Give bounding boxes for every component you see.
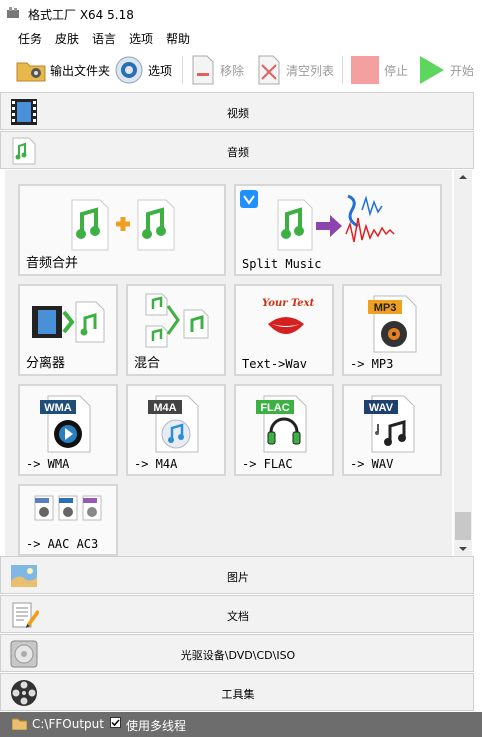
wma-file-icon: WMA bbox=[40, 395, 91, 453]
mp3-file-icon: MP3 bbox=[368, 295, 417, 353]
tile-demuxer-label: 分离器 bbox=[26, 356, 66, 371]
output-path[interactable]: C:\FFOutput bbox=[32, 717, 104, 731]
wav-file-icon: WAV bbox=[364, 395, 415, 453]
multithread-checkbox[interactable] bbox=[110, 717, 121, 728]
menu-help[interactable]: 帮助 bbox=[166, 30, 190, 47]
category-tools-label: 工具集 bbox=[221, 688, 255, 701]
start-button[interactable]: 开始 bbox=[418, 54, 474, 86]
checkmark-icon bbox=[111, 719, 120, 727]
output-folder-icon[interactable] bbox=[12, 717, 27, 730]
tile-text-to-wav[interactable]: Your Text Text->Wav bbox=[234, 284, 334, 376]
menu-language[interactable]: 语言 bbox=[92, 30, 116, 47]
clear-list-button[interactable]: 清空列表 bbox=[256, 54, 334, 86]
scroll-thumb[interactable] bbox=[455, 512, 471, 540]
remove-button[interactable]: 移除 bbox=[190, 54, 244, 86]
mix-icon bbox=[145, 293, 209, 348]
play-icon bbox=[420, 56, 444, 84]
folder-icon bbox=[16, 62, 46, 82]
window-title: 格式工厂 X64 5.18 bbox=[28, 8, 134, 22]
tile-audio-join[interactable]: 音频合并 bbox=[18, 184, 226, 276]
category-audio-label: 音频 bbox=[227, 146, 249, 159]
tile-to-m4a-label: -> M4A bbox=[134, 457, 178, 471]
category-document[interactable]: 文档 bbox=[0, 595, 474, 633]
menu-options[interactable]: 选项 bbox=[129, 30, 153, 47]
flac-file-icon: FLAC bbox=[256, 395, 307, 453]
split-music-icon bbox=[277, 194, 395, 251]
mouth-icon bbox=[268, 317, 304, 334]
tile-to-mp3[interactable]: MP3 -> MP3 bbox=[342, 284, 442, 376]
category-audio[interactable]: 音频 bbox=[0, 131, 474, 169]
stop-button[interactable]: 停止 bbox=[350, 54, 408, 86]
tile-to-aac-ac3-label: -> AAC AC3 bbox=[26, 537, 99, 551]
tile-to-wav-label: -> WAV bbox=[350, 457, 394, 471]
menu-bar: 任务 皮肤 语言 选项 帮助 bbox=[0, 26, 482, 48]
wav-badge: WAV bbox=[369, 402, 394, 414]
m4a-file-icon: M4A bbox=[148, 395, 199, 453]
tile-mix[interactable]: 混合 bbox=[126, 284, 226, 376]
output-folder-label: 输出文件夹 bbox=[50, 63, 111, 78]
scroll-down-icon[interactable] bbox=[454, 542, 472, 556]
status-bar: C:\FFOutput 使用多线程 bbox=[0, 712, 482, 737]
tile-split-music[interactable]: Split Music bbox=[234, 184, 442, 276]
clear-list-icon bbox=[258, 55, 280, 85]
category-document-label: 文档 bbox=[227, 610, 249, 623]
tile-to-wav[interactable]: WAV -> WAV bbox=[342, 384, 442, 476]
text-art-label: Your Text bbox=[262, 298, 315, 309]
stop-icon bbox=[351, 56, 379, 84]
gear-icon bbox=[115, 56, 143, 84]
wma-badge: WMA bbox=[44, 402, 72, 414]
category-disc-label: 光驱设备\DVD\CD\ISO bbox=[180, 649, 296, 662]
aac-ac3-icon bbox=[34, 495, 102, 521]
toolbar: 输出文件夹 选项 移除 清空列表 停止 开始 bbox=[0, 50, 482, 90]
tile-to-wma[interactable]: WMA -> WMA bbox=[18, 384, 118, 476]
tile-to-m4a[interactable]: M4A -> M4A bbox=[126, 384, 226, 476]
multithread-label: 使用多线程 bbox=[126, 719, 187, 733]
category-picture-label: 图片 bbox=[227, 571, 249, 584]
demuxer-icon bbox=[32, 301, 105, 343]
stop-label: 停止 bbox=[384, 63, 409, 78]
tile-mix-label: 混合 bbox=[134, 356, 161, 371]
audio-join-icon bbox=[71, 199, 175, 251]
mp3-badge: MP3 bbox=[374, 302, 397, 314]
title-bar: 格式工厂 X64 5.18 bbox=[0, 0, 482, 26]
menu-skin[interactable]: 皮肤 bbox=[55, 30, 79, 47]
category-video-label: 视频 bbox=[227, 107, 249, 120]
audio-panel-scrollbar[interactable] bbox=[454, 170, 472, 556]
tile-to-flac[interactable]: FLAC -> FLAC bbox=[234, 384, 334, 476]
options-label: 选项 bbox=[148, 63, 173, 78]
menu-task[interactable]: 任务 bbox=[18, 30, 42, 47]
audio-tools-panel: 音频合并 Split Music 分离器 混合 Your Text Text->… bbox=[5, 170, 452, 556]
tile-to-flac-label: -> FLAC bbox=[242, 457, 293, 471]
start-label: 开始 bbox=[450, 63, 475, 78]
scroll-up-icon[interactable] bbox=[454, 170, 472, 184]
tile-demuxer[interactable]: 分离器 bbox=[18, 284, 118, 376]
app-icon bbox=[7, 7, 19, 18]
clear-list-label: 清空列表 bbox=[286, 63, 335, 78]
m4a-badge: M4A bbox=[153, 402, 176, 414]
remove-icon bbox=[192, 55, 214, 85]
category-video[interactable]: 视频 bbox=[0, 92, 474, 130]
tile-audio-join-label: 音频合并 bbox=[26, 256, 79, 271]
tile-to-aac-ac3[interactable]: -> AAC AC3 bbox=[18, 484, 118, 556]
flac-badge: FLAC bbox=[260, 402, 289, 414]
tile-text-to-wav-label: Text->Wav bbox=[242, 357, 308, 371]
remove-label: 移除 bbox=[220, 63, 245, 78]
tile-to-mp3-label: -> MP3 bbox=[350, 357, 394, 371]
tile-to-wma-label: -> WMA bbox=[26, 457, 70, 471]
tile-split-music-label: Split Music bbox=[242, 257, 322, 271]
toolbar-divider bbox=[342, 56, 343, 84]
category-tools[interactable]: 工具集 bbox=[0, 673, 474, 711]
toolbar-divider bbox=[182, 56, 183, 84]
vip-badge-icon bbox=[240, 190, 258, 208]
options-button[interactable]: 选项 bbox=[114, 54, 172, 86]
output-folder-button[interactable]: 输出文件夹 bbox=[16, 54, 110, 86]
category-picture[interactable]: 图片 bbox=[0, 556, 474, 594]
category-disc[interactable]: 光驱设备\DVD\CD\ISO bbox=[0, 634, 474, 672]
